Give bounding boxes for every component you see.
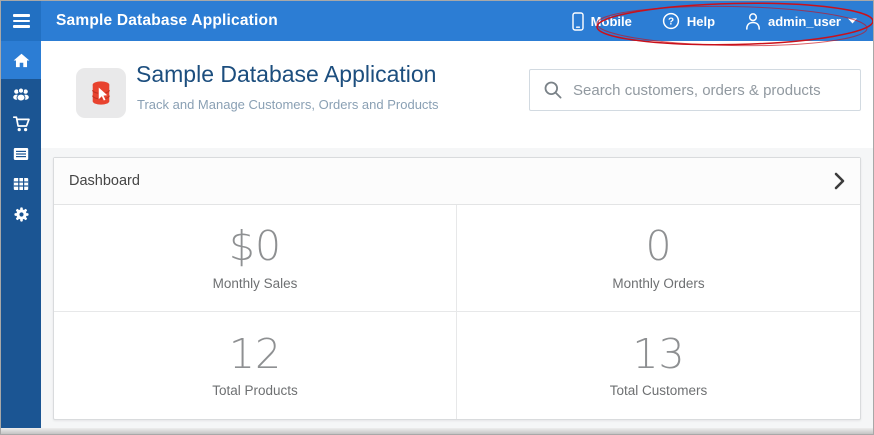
app-window: Sample Database Application Mobile ? Hel… <box>0 0 874 435</box>
top-bar-title: Sample Database Application <box>56 12 278 29</box>
help-link[interactable]: ? Help <box>662 12 715 30</box>
stat-value: $0 <box>228 222 282 271</box>
help-link-label: Help <box>686 13 716 29</box>
dashboard-region: Dashboard $0 Monthly Sales 0 Monthly Ord… <box>53 157 861 420</box>
cart-icon <box>12 116 30 132</box>
grid-icon <box>13 178 29 190</box>
app-logo <box>76 68 126 118</box>
sidebar-item-orders[interactable] <box>1 109 41 139</box>
list-icon <box>13 148 29 160</box>
stat-label: Total Customers <box>609 383 708 399</box>
sidebar-nav <box>1 41 41 428</box>
stat-value: 12 <box>228 329 282 378</box>
stat-value: 13 <box>632 329 685 378</box>
stat-total-customers[interactable]: 13 Total Customers <box>457 312 860 419</box>
mobile-phone-icon <box>571 11 584 31</box>
chevron-right-icon[interactable] <box>834 172 845 190</box>
page-subtitle: Track and Manage Customers, Orders and P… <box>137 97 439 112</box>
sidebar-item-customers[interactable] <box>1 79 41 109</box>
page-title: Sample Database Application <box>136 61 437 87</box>
user-menu-label: admin_user <box>768 13 841 29</box>
database-cursor-icon <box>92 81 110 105</box>
top-bar: Sample Database Application Mobile ? Hel… <box>1 1 873 41</box>
dashboard-title: Dashboard <box>69 173 140 189</box>
sidebar-item-home[interactable] <box>1 41 41 79</box>
dashboard-header[interactable]: Dashboard <box>54 158 860 205</box>
chevron-down-icon <box>848 18 857 24</box>
svg-text:?: ? <box>668 17 674 28</box>
sidebar-item-products[interactable] <box>1 139 41 169</box>
hamburger-menu-button[interactable] <box>1 1 41 41</box>
home-icon <box>13 53 29 67</box>
gear-icon <box>13 206 29 222</box>
app-header: Sample Database Application Track and Ma… <box>41 41 873 148</box>
user-menu[interactable]: admin_user <box>745 12 857 30</box>
users-icon <box>13 87 29 101</box>
stat-monthly-orders[interactable]: 0 Monthly Orders <box>457 205 860 312</box>
window-bottom-edge <box>1 428 873 434</box>
stat-value: 0 <box>645 222 672 271</box>
stat-label: Total Products <box>212 383 298 399</box>
mobile-link-label: Mobile <box>590 13 632 29</box>
mobile-link[interactable]: Mobile <box>571 11 632 31</box>
search-icon <box>544 81 562 99</box>
main-content: Sample Database Application Track and Ma… <box>41 41 873 428</box>
stat-monthly-sales[interactable]: $0 Monthly Sales <box>54 205 457 312</box>
sidebar-item-administration[interactable] <box>1 199 41 229</box>
stat-label: Monthly Orders <box>612 275 705 291</box>
top-nav: Mobile ? Help admin_user <box>571 11 873 31</box>
help-icon: ? <box>662 12 679 30</box>
stat-total-products[interactable]: 12 Total Products <box>54 312 457 419</box>
search-input[interactable] <box>562 70 860 110</box>
user-icon <box>746 13 760 30</box>
search-box <box>529 69 861 111</box>
stat-label: Monthly Sales <box>212 275 298 291</box>
sidebar-item-reports[interactable] <box>1 169 41 199</box>
stats-grid: $0 Monthly Sales 0 Monthly Orders 12 Tot… <box>54 205 860 419</box>
